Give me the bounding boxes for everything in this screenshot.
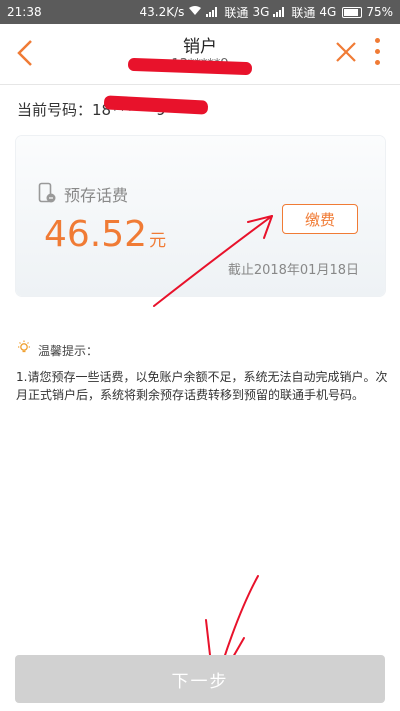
network-type-2: 4G — [319, 5, 337, 19]
network-speed: 43.2K/s — [139, 5, 185, 19]
current-number-label: 当前号码： — [17, 101, 93, 119]
balance-amount: 46.52 元 — [44, 214, 166, 255]
phone-balance-icon — [38, 182, 56, 203]
balance-card: 预存话费 46.52 元 缴费 截止2018年01月18日 — [16, 136, 385, 296]
close-icon — [336, 42, 356, 62]
battery-icon — [342, 6, 363, 18]
balance-value: 46.52 — [44, 214, 148, 255]
status-bar: 21:38 43.2K/s 联通 3G 联通 4G 75% — [0, 0, 400, 24]
carrier-1: 联通 — [224, 5, 249, 20]
tips-body: 1.请您预存一些话费，以免账户余额不足，系统无法自动完成销户。次月正式销户后，系… — [16, 370, 388, 402]
tips-title: 温馨提示： — [38, 344, 99, 358]
next-step-button[interactable]: 下一步 — [15, 655, 385, 703]
more-options-button[interactable] — [372, 38, 382, 68]
network-type-1: 3G — [252, 5, 270, 19]
close-button[interactable] — [334, 40, 358, 64]
balance-date: 截止2018年01月18日 — [227, 263, 359, 278]
signal-icon-2 — [273, 7, 285, 17]
battery-level: 75% — [366, 5, 393, 19]
prepaid-balance-label: 预存话费 — [64, 186, 129, 205]
nav-header: 销户 13*****9 — [0, 24, 400, 85]
wifi-icon — [188, 5, 202, 19]
more-vertical-icon — [372, 38, 382, 65]
carrier-2: 联通 — [291, 5, 316, 20]
pay-button[interactable]: 缴费 — [282, 204, 358, 234]
status-indicators: 43.2K/s 联通 3G 联通 4G 75% — [140, 4, 393, 21]
lightbulb-icon — [18, 340, 30, 353]
balance-unit: 元 — [149, 231, 167, 251]
signal-icon-1 — [206, 7, 218, 17]
status-time: 21:38 — [7, 5, 42, 19]
